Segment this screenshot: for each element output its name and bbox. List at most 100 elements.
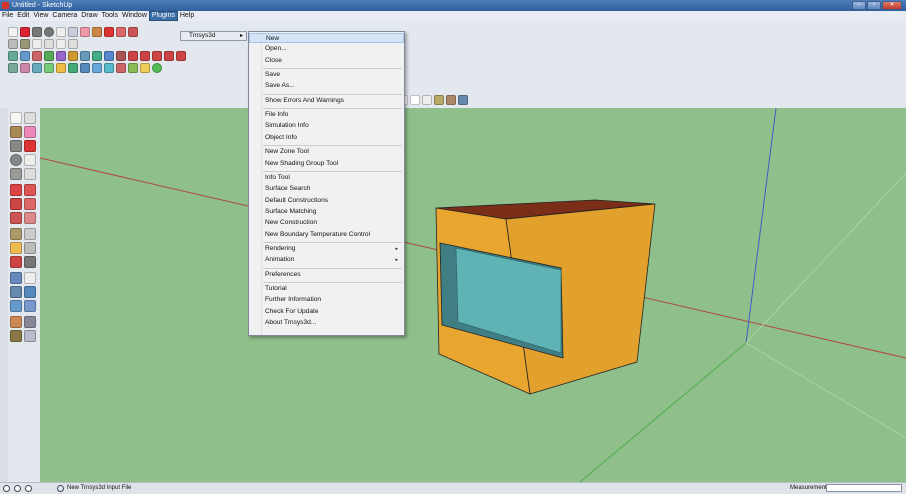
polygon-tool-icon[interactable]: [68, 27, 78, 37]
dimension-icon[interactable]: [140, 63, 150, 73]
hidden-line-style-icon[interactable]: [422, 95, 432, 105]
menu-item-surface-matching[interactable]: Surface Matching: [249, 207, 404, 217]
menu-file[interactable]: File: [0, 11, 15, 21]
look-around-icon[interactable]: [24, 316, 36, 328]
shadow-icon[interactable]: [92, 63, 102, 73]
component-icon[interactable]: [44, 63, 54, 73]
freehand-icon[interactable]: [24, 168, 36, 180]
menu-item-new-boundary-temperature-control[interactable]: New Boundary Temperature Control: [249, 230, 404, 240]
menu-item-open[interactable]: Open...: [249, 44, 404, 54]
menu-item-new-shading-group-tool[interactable]: New Shading Group Tool: [249, 159, 404, 169]
menu-item-close[interactable]: Close: [249, 56, 404, 66]
menu-help[interactable]: Help: [178, 11, 196, 21]
monochrome-style-icon[interactable]: [458, 95, 468, 105]
menu-item-default-constructions[interactable]: Default Constructions: [249, 196, 404, 206]
geo-location-icon[interactable]: [3, 485, 10, 492]
menu-item-tutorial[interactable]: Tutorial: [249, 284, 404, 294]
offset-icon[interactable]: [24, 212, 36, 224]
line-tool-icon[interactable]: [20, 27, 30, 37]
menu-item-preferences[interactable]: Preferences: [249, 270, 404, 280]
circle-tool-icon[interactable]: [44, 27, 54, 37]
menu-item-new-construction[interactable]: New Construction: [249, 218, 404, 228]
user-icon[interactable]: [25, 485, 32, 492]
select-tool-icon[interactable]: [8, 27, 18, 37]
menu-item-new[interactable]: New: [249, 33, 404, 43]
constructions-icon[interactable]: [92, 51, 102, 61]
menu-item-further-information[interactable]: Further Information: [249, 295, 404, 305]
boundary-icon[interactable]: [116, 51, 126, 61]
animation-next-icon[interactable]: [164, 51, 174, 61]
scale-icon[interactable]: [10, 212, 22, 224]
back-view-icon[interactable]: [56, 39, 66, 49]
protractor-icon[interactable]: [10, 242, 22, 254]
animation-play-icon[interactable]: [152, 51, 162, 61]
circle-icon[interactable]: [10, 154, 22, 166]
polygon-icon[interactable]: [10, 168, 22, 180]
menu-item-object-info[interactable]: Object Info: [249, 133, 404, 143]
previous-view-icon[interactable]: [24, 300, 36, 312]
zoom-icon[interactable]: [10, 286, 22, 298]
grid-icon[interactable]: [128, 63, 138, 73]
tape-measure-icon[interactable]: [10, 228, 22, 240]
paint-icon[interactable]: [10, 126, 22, 138]
section-plane-icon[interactable]: [24, 330, 36, 342]
pencil-icon[interactable]: [24, 140, 36, 152]
menu-item-check-for-update[interactable]: Check For Update: [249, 307, 404, 317]
minimize-button[interactable]: –: [852, 1, 866, 10]
menu-item-save[interactable]: Save: [249, 70, 404, 80]
rectangle-icon[interactable]: [10, 140, 22, 152]
left-view-icon[interactable]: [68, 39, 78, 49]
shading-tool-icon[interactable]: [56, 51, 66, 61]
wireframe-style-icon[interactable]: [410, 95, 420, 105]
menu-item-surface-search[interactable]: Surface Search: [249, 184, 404, 194]
menu-draw[interactable]: Draw: [79, 11, 99, 21]
menu-item-show-errors-and-warnings[interactable]: Show Errors And Warnings: [249, 96, 404, 106]
eraser-icon[interactable]: [24, 126, 36, 138]
menu-camera[interactable]: Camera: [50, 11, 79, 21]
animation-prev-icon[interactable]: [140, 51, 150, 61]
style-icon[interactable]: [116, 63, 126, 73]
lasso-icon[interactable]: [24, 112, 36, 124]
model-viewport[interactable]: [40, 108, 906, 482]
trnsys-save-icon[interactable]: [32, 51, 42, 61]
trnsys-open-icon[interactable]: [20, 51, 30, 61]
walk-icon[interactable]: [10, 330, 22, 342]
paint-bucket-icon[interactable]: [92, 27, 102, 37]
push-pull-left-icon[interactable]: [24, 184, 36, 196]
orbit-icon[interactable]: [10, 272, 22, 284]
select-icon[interactable]: [10, 112, 22, 124]
zoom-extents-icon[interactable]: [10, 300, 22, 312]
animation-last-icon[interactable]: [176, 51, 186, 61]
menu-item-simulation-info[interactable]: Simulation Info: [249, 121, 404, 131]
warning-icon[interactable]: [56, 63, 66, 73]
iso-view-icon[interactable]: [8, 39, 18, 49]
menu-item-file-info[interactable]: File Info: [249, 110, 404, 120]
dimension-left-icon[interactable]: [24, 228, 36, 240]
arc-tool-icon[interactable]: [56, 27, 66, 37]
measurements-input[interactable]: [826, 484, 902, 492]
trnsys-new-icon[interactable]: [8, 51, 18, 61]
maximize-button[interactable]: ▫: [867, 1, 881, 10]
geo-icon[interactable]: [8, 63, 18, 73]
credits-icon[interactable]: [14, 485, 21, 492]
push-pull-icon[interactable]: [104, 27, 114, 37]
plugins-item-trnsys3d[interactable]: Trnsys3d: [189, 32, 216, 40]
fog-icon[interactable]: [104, 63, 114, 73]
axes-icon[interactable]: [10, 256, 22, 268]
scene-icon[interactable]: [68, 63, 78, 73]
info-tool-icon[interactable]: [68, 51, 78, 61]
3d-text-icon[interactable]: [24, 256, 36, 268]
pan-icon[interactable]: [24, 272, 36, 284]
layer-icon[interactable]: [32, 63, 42, 73]
menu-window[interactable]: Window: [120, 11, 149, 21]
arc-icon[interactable]: [24, 154, 36, 166]
move-tool-icon[interactable]: [116, 27, 126, 37]
rotate-tool-icon[interactable]: [128, 27, 138, 37]
menu-tools[interactable]: Tools: [100, 11, 120, 21]
front-view-icon[interactable]: [32, 39, 42, 49]
follow-me-icon[interactable]: [24, 198, 36, 210]
menu-item-info-tool[interactable]: Info Tool: [249, 173, 404, 183]
text-icon[interactable]: [24, 242, 36, 254]
menu-item-save-as[interactable]: Save As...: [249, 81, 404, 91]
surface-search-icon[interactable]: [80, 51, 90, 61]
